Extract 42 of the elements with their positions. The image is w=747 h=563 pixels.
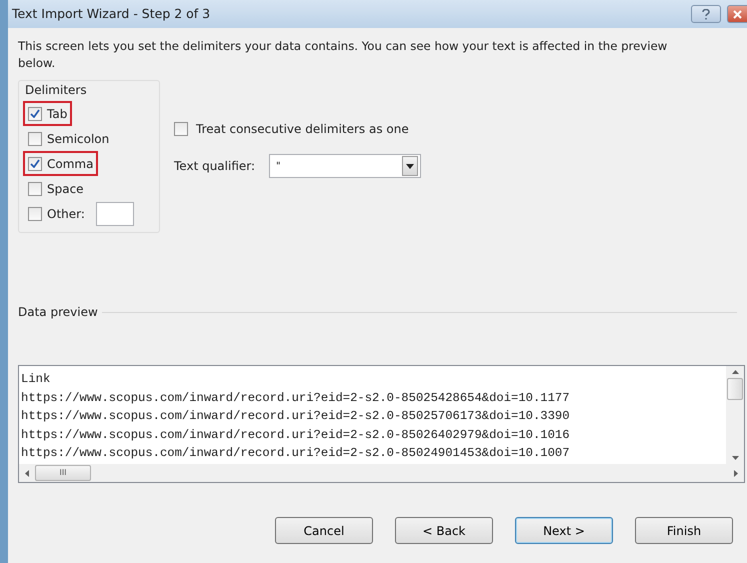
wizard-button[interactable]: < Back bbox=[395, 517, 493, 544]
scroll-thumb[interactable]: III bbox=[35, 465, 91, 481]
checkbox-label[interactable]: Other: bbox=[47, 204, 85, 222]
checkbox-label[interactable]: Comma bbox=[47, 154, 94, 172]
checkbox-label[interactable]: Tab bbox=[47, 104, 68, 122]
scroll-up-icon[interactable] bbox=[732, 370, 738, 374]
wizard-button[interactable]: Finish bbox=[635, 517, 733, 544]
scroll-thumb[interactable] bbox=[727, 378, 743, 400]
checkbox-label[interactable]: Semicolon bbox=[47, 130, 110, 148]
dropdown-field[interactable]: " bbox=[269, 154, 422, 178]
preview-line: https://www.scopus.com/inward/record.uri?eid=2-s2.0-85024901453&doi=10.1007 bbox=[21, 445, 571, 462]
checkbox[interactable] bbox=[28, 182, 42, 196]
close-button[interactable] bbox=[727, 5, 747, 23]
scroll-right-icon[interactable] bbox=[734, 470, 738, 476]
dropdown-arrow-icon bbox=[406, 164, 414, 168]
checkbox[interactable] bbox=[28, 156, 42, 170]
section-title: Data preview bbox=[18, 304, 98, 321]
checkbox-label[interactable]: Space bbox=[47, 180, 84, 198]
input-field[interactable] bbox=[96, 202, 134, 226]
group-title: Delimiters bbox=[25, 82, 88, 99]
checkbox-label[interactable]: Treat consecutive delimiters as one bbox=[196, 120, 409, 138]
preview-line: https://www.scopus.com/inward/record.uri?eid=2-s2.0-85025706173&doi=10.3390 bbox=[21, 408, 571, 425]
preview-line: Link bbox=[21, 371, 52, 388]
checkbox[interactable] bbox=[28, 206, 42, 220]
help-button[interactable] bbox=[691, 5, 721, 23]
horizontal-scrollbar[interactable]: III bbox=[19, 464, 744, 482]
preview-line: https://www.scopus.com/inward/record.uri?eid=2-s2.0-85025428654&doi=10.1177 bbox=[21, 390, 571, 406]
instructions-text: This screen lets you set the delimiters your data contains. You can see how your text is affected in the preview below. bbox=[18, 38, 668, 72]
scroll-left-icon[interactable] bbox=[25, 470, 29, 476]
checkbox[interactable] bbox=[28, 132, 42, 146]
help-icon bbox=[702, 8, 710, 20]
field-label: Text qualifier: bbox=[174, 158, 256, 175]
checkbox[interactable] bbox=[174, 122, 188, 136]
checkbox[interactable] bbox=[28, 106, 42, 120]
wizard-button[interactable]: Next > bbox=[515, 517, 613, 544]
wizard-button[interactable]: Cancel bbox=[275, 517, 373, 544]
scroll-down-icon[interactable] bbox=[732, 456, 738, 460]
vertical-scrollbar[interactable] bbox=[726, 366, 744, 464]
preview-line: https://www.scopus.com/inward/record.uri?eid=2-s2.0-85026402979&doi=10.1016 bbox=[21, 426, 571, 444]
close-icon bbox=[733, 10, 742, 18]
window-title: Text Import Wizard - Step 2 of 3 bbox=[12, 4, 212, 23]
dropdown-button[interactable] bbox=[402, 156, 418, 176]
